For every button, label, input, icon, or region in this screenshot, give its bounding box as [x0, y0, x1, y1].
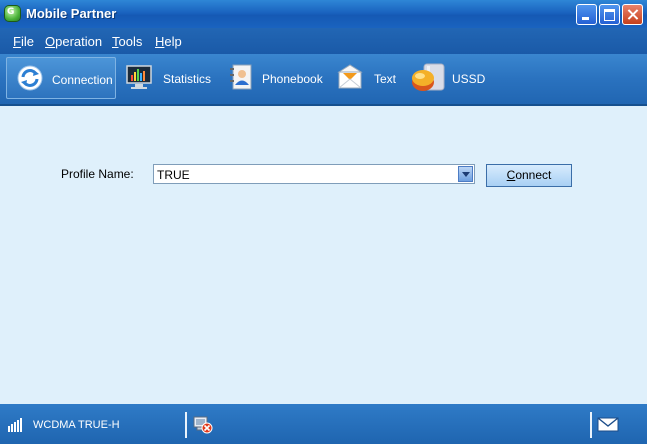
tab-text-label: Text — [374, 72, 397, 86]
minimize-button[interactable] — [576, 4, 597, 25]
menu-help[interactable]: Help — [155, 34, 182, 49]
status-separator — [185, 412, 187, 438]
app-icon: G — [5, 6, 20, 21]
tab-statistics[interactable]: Statistics — [120, 57, 214, 99]
status-bar: WCDMA TRUE-H — [0, 404, 647, 444]
menu-tools[interactable]: Tools — [112, 34, 142, 49]
profile-name-value: TRUE — [157, 168, 190, 182]
close-button[interactable] — [622, 4, 643, 25]
maximize-button[interactable] — [599, 4, 620, 25]
menu-operation[interactable]: Operation — [45, 34, 102, 49]
mobile-partner-window: G Mobile Partner File Operation Tools He… — [0, 0, 647, 444]
device-error-icon[interactable] — [192, 413, 214, 435]
profile-name-select[interactable]: TRUE — [153, 164, 475, 184]
ussd-disk-icon — [412, 63, 445, 91]
network-status-text: WCDMA TRUE-H — [33, 419, 120, 431]
tab-ussd-label: USSD — [452, 72, 486, 86]
tab-phonebook-label: Phonebook — [262, 72, 323, 86]
status-separator — [590, 412, 592, 438]
tab-connection-label: Connection — [52, 73, 113, 87]
phonebook-icon — [230, 64, 252, 90]
window-title: Mobile Partner — [26, 6, 117, 21]
tab-statistics-label: Statistics — [163, 72, 212, 86]
mail-icon[interactable] — [597, 413, 619, 435]
connection-refresh-icon — [17, 65, 43, 91]
connection-panel: Profile Name: TRUE Connect — [0, 106, 647, 404]
menu-file[interactable]: File — [13, 34, 34, 49]
profile-name-label: Profile Name: — [61, 167, 134, 181]
tab-text[interactable]: Text — [332, 57, 402, 99]
chevron-down-icon[interactable] — [458, 166, 473, 182]
signal-strength-icon — [8, 418, 28, 432]
tab-connection[interactable]: Connection — [6, 57, 116, 99]
tab-ussd[interactable]: USSD — [408, 57, 490, 99]
connect-button[interactable]: Connect — [486, 164, 572, 187]
tab-phonebook[interactable]: Phonebook — [222, 57, 323, 99]
menu-bar: File Operation Tools Help — [0, 28, 647, 54]
envelope-icon — [337, 64, 363, 89]
title-bar: G Mobile Partner — [0, 0, 647, 28]
toolbar: Connection Statistics Phonebook Text USS… — [0, 54, 647, 106]
statistics-monitor-icon — [126, 65, 152, 89]
